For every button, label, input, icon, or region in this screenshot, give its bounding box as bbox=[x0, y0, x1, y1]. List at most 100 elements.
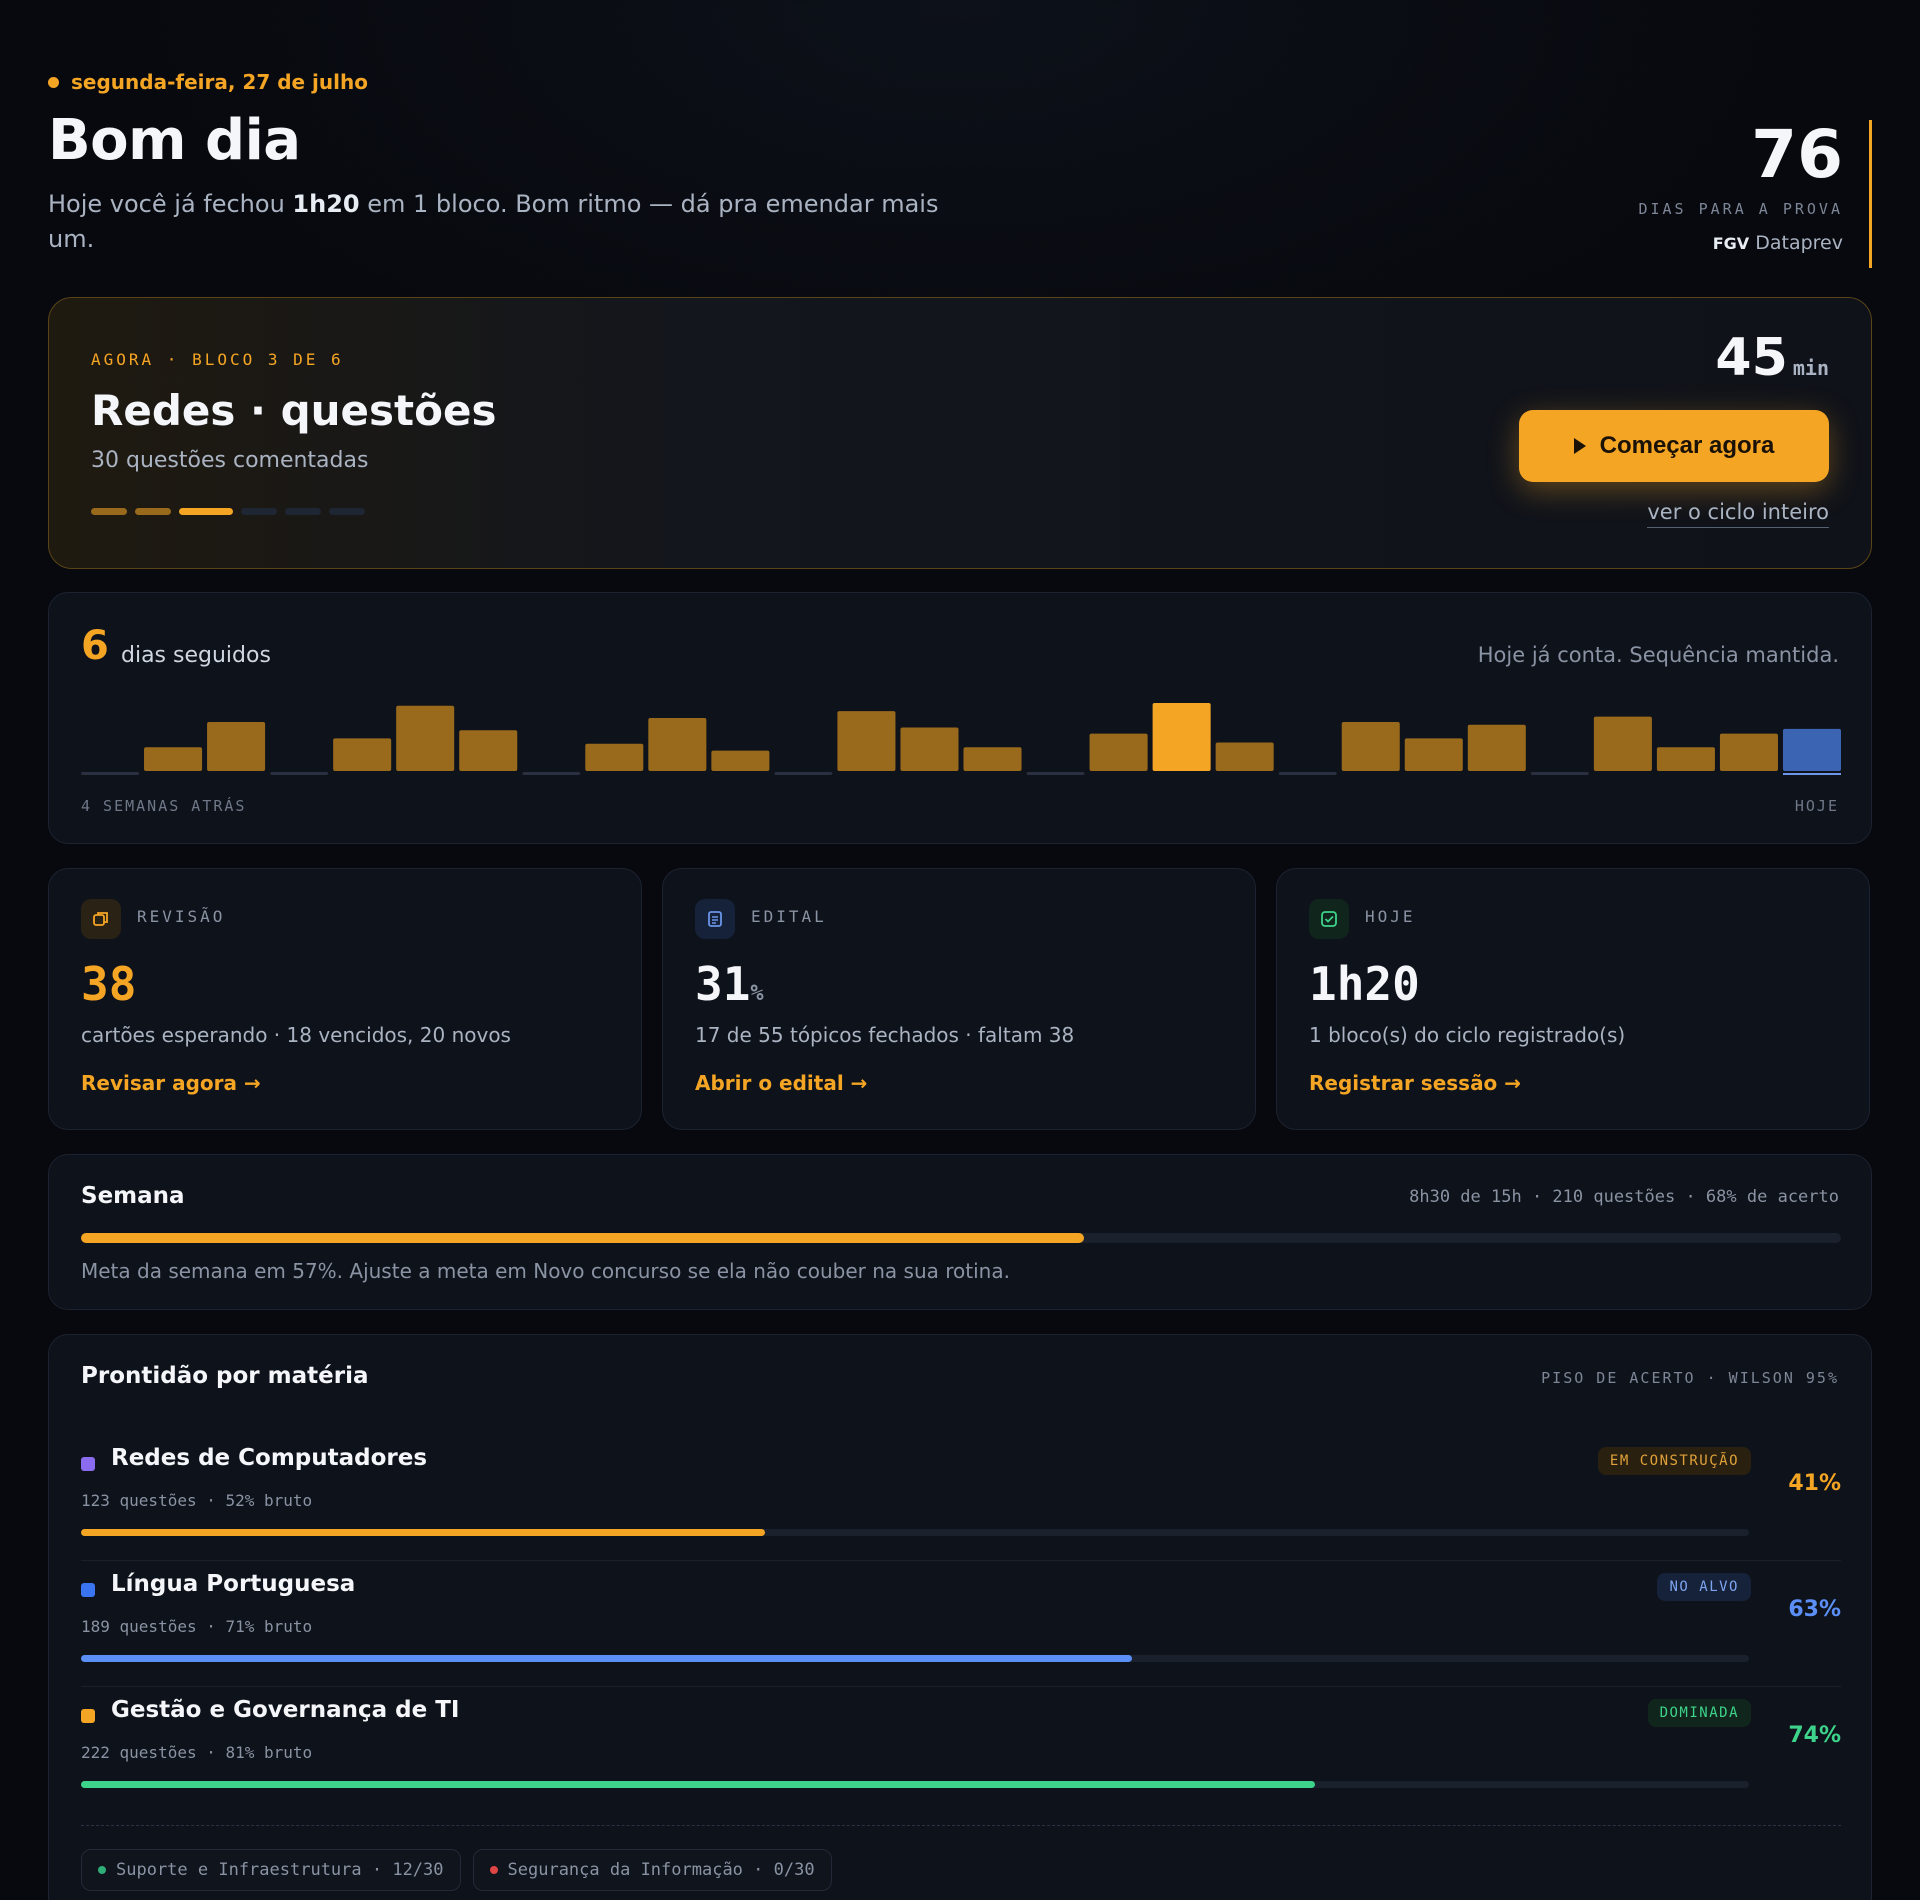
streak-bar bbox=[1278, 772, 1337, 775]
subjects-title: Prontidão por matéria bbox=[81, 1363, 369, 1389]
status-badge: EM CONSTRUÇÃO bbox=[1597, 1447, 1751, 1475]
streak-bar bbox=[648, 717, 707, 771]
subject-meta: 189 questões · 71% bruto bbox=[81, 1617, 313, 1636]
streak-bar bbox=[1656, 747, 1715, 771]
cycle-step bbox=[91, 508, 127, 515]
subject-row[interactable]: Gestão e Governança de TI 222 questões ·… bbox=[81, 1687, 1841, 1813]
subject-meta: 222 questões · 81% bruto bbox=[81, 1743, 313, 1762]
streak-bar bbox=[774, 772, 833, 775]
greeting-title: Bom dia bbox=[48, 108, 301, 173]
streak-bar bbox=[270, 772, 329, 775]
streak-bar bbox=[1026, 772, 1085, 775]
today-card: HOJE 1h20 1 bloco(s) do ciclo registrado… bbox=[1276, 868, 1870, 1130]
streak-bar bbox=[81, 772, 140, 775]
open-syllabus-link[interactable]: Abrir o edital → bbox=[695, 1071, 867, 1095]
summary-time: 1h20 bbox=[292, 190, 360, 218]
register-session-link[interactable]: Registrar sessão → bbox=[1309, 1071, 1521, 1095]
chip-label: Segurança da Informação · 0/30 bbox=[507, 1860, 815, 1880]
subject-percent: 41% bbox=[1788, 1471, 1841, 1496]
play-icon bbox=[1573, 438, 1586, 454]
review-description: cartões esperando · 18 vencidos, 20 novo… bbox=[81, 1023, 511, 1047]
streak-bar bbox=[522, 772, 581, 775]
exam-countdown: 76 DIAS PARA A PROVA FGV Dataprev bbox=[1612, 120, 1872, 268]
cycle-step bbox=[179, 508, 233, 515]
streak-bar bbox=[585, 743, 644, 771]
start-now-button[interactable]: Começar agora bbox=[1519, 410, 1829, 482]
other-subjects-chips: Suporte e Infraestrutura · 12/30 Seguran… bbox=[81, 1849, 832, 1891]
status-badge: NO ALVO bbox=[1657, 1573, 1751, 1601]
subject-row[interactable]: Língua Portuguesa 189 questões · 71% bru… bbox=[81, 1561, 1841, 1687]
streak-bar bbox=[1467, 724, 1526, 771]
current-block-card: AGORA · BLOCO 3 DE 6 Redes · questões 30… bbox=[48, 297, 1872, 569]
streak-today-label: HOJE bbox=[1794, 797, 1839, 815]
syllabus-unit: % bbox=[750, 981, 764, 1006]
duration-value: 45 bbox=[1715, 328, 1788, 388]
exam-name: FGV Dataprev bbox=[1612, 232, 1843, 254]
review-kicker: REVISÃO bbox=[137, 907, 226, 926]
streak-bar bbox=[1215, 742, 1274, 771]
view-cycle-link[interactable]: ver o ciclo inteiro bbox=[1647, 500, 1829, 528]
cycle-step bbox=[241, 508, 277, 515]
streak-bar bbox=[144, 747, 203, 771]
subject-chip[interactable]: Suporte e Infraestrutura · 12/30 bbox=[81, 1849, 461, 1891]
week-stats: 8h30 de 15h · 210 questões · 68% de acer… bbox=[1409, 1187, 1839, 1207]
block-title: Redes · questões bbox=[91, 386, 497, 435]
cycle-steps bbox=[91, 508, 365, 515]
subject-progress-fill bbox=[81, 1655, 1132, 1662]
today-number: 1h20 bbox=[1309, 957, 1420, 1011]
streak-bar bbox=[1152, 703, 1211, 771]
streak-count: 6 bbox=[81, 623, 109, 669]
countdown-label: DIAS PARA A PROVA bbox=[1638, 200, 1843, 218]
streak-bar-chart bbox=[81, 703, 1841, 775]
review-number: 38 bbox=[81, 957, 137, 1011]
streak-bar bbox=[1719, 733, 1778, 771]
start-now-label: Começar agora bbox=[1599, 432, 1775, 459]
subjects-meta: PISO DE ACERTO · WILSON 95% bbox=[1541, 1369, 1839, 1387]
review-card: REVISÃO 38 cartões esperando · 18 vencid… bbox=[48, 868, 642, 1130]
syllabus-kicker: EDITAL bbox=[751, 907, 827, 926]
subject-color-icon bbox=[81, 1709, 95, 1723]
date-label: segunda-feira, 27 de julho bbox=[71, 70, 368, 94]
subject-chip[interactable]: Segurança da Informação · 0/30 bbox=[472, 1849, 832, 1891]
daily-summary: Hoje você já fechou 1h20 em 1 bloco. Bom… bbox=[48, 187, 948, 257]
streak-start-label: 4 SEMANAS ATRÁS bbox=[81, 797, 247, 815]
streak-card: 6 dias seguidos Hoje já conta. Sequência… bbox=[48, 592, 1872, 844]
document-icon bbox=[695, 899, 735, 939]
page-header: segunda-feira, 27 de julho Bom dia Hoje … bbox=[48, 70, 1872, 270]
streak-bar bbox=[837, 711, 896, 771]
status-badge: DOMINADA bbox=[1647, 1699, 1751, 1727]
check-square-icon bbox=[1309, 899, 1349, 939]
streak-bar bbox=[900, 727, 959, 771]
subject-row[interactable]: Redes de Computadores 123 questões · 52%… bbox=[81, 1435, 1841, 1561]
countdown-value: 76 bbox=[1751, 116, 1843, 193]
subject-percent: 63% bbox=[1788, 1597, 1841, 1622]
streak-bar bbox=[396, 705, 455, 771]
subject-readiness-card: Prontidão por matéria PISO DE ACERTO · W… bbox=[48, 1334, 1872, 1900]
chip-label: Suporte e Infraestrutura · 12/30 bbox=[116, 1860, 444, 1880]
date-line: segunda-feira, 27 de julho bbox=[48, 70, 1872, 94]
today-value: 1h20 bbox=[1309, 957, 1420, 1011]
streak-bar bbox=[207, 722, 266, 771]
subject-name: Língua Portuguesa bbox=[111, 1571, 356, 1597]
review-value: 38 bbox=[81, 957, 136, 1011]
cycle-step bbox=[135, 508, 171, 515]
exam-board: FGV bbox=[1712, 234, 1750, 253]
syllabus-description: 17 de 55 tópicos fechados · faltam 38 bbox=[695, 1023, 1075, 1047]
cycle-step bbox=[329, 508, 365, 515]
exam-org: Dataprev bbox=[1755, 232, 1843, 254]
subject-progress-fill bbox=[81, 1781, 1316, 1788]
streak-note: Hoje já conta. Sequência mantida. bbox=[1477, 643, 1839, 667]
streak-bar bbox=[333, 738, 392, 771]
subject-progress-track bbox=[81, 1529, 1749, 1536]
today-description: 1 bloco(s) do ciclo registrado(s) bbox=[1309, 1023, 1626, 1047]
duration-unit: min bbox=[1792, 356, 1829, 380]
streak-bar bbox=[963, 747, 1022, 771]
divider bbox=[81, 1825, 1841, 1826]
block-duration: 45 min bbox=[1715, 328, 1829, 388]
streak-bars-svg bbox=[81, 703, 1841, 775]
week-card: Semana 8h30 de 15h · 210 questões · 68% … bbox=[48, 1154, 1872, 1310]
review-now-link[interactable]: Revisar agora → bbox=[81, 1071, 261, 1095]
week-progress-fill bbox=[81, 1233, 1085, 1243]
today-underline bbox=[1782, 773, 1841, 775]
syllabus-value: 31% bbox=[695, 957, 764, 1011]
